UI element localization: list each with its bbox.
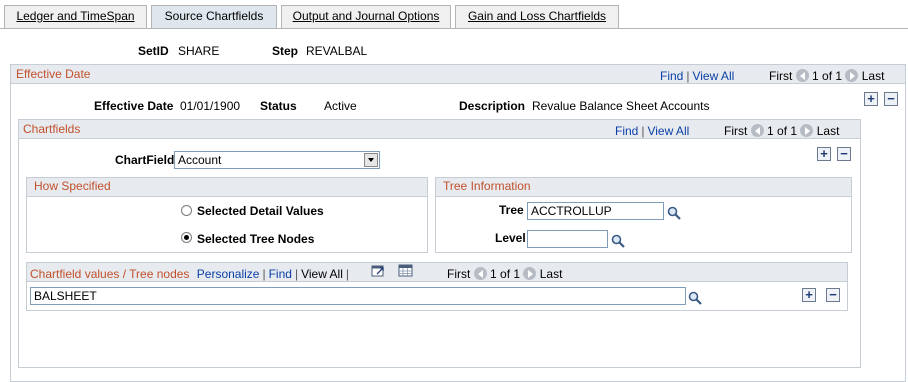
level-label: Level xyxy=(495,231,526,245)
step-label: Step xyxy=(272,44,299,58)
selected-detail-values-radio[interactable] xyxy=(181,205,192,216)
level-input[interactable] xyxy=(527,230,608,248)
chartfield-value-input[interactable]: BALSHEET xyxy=(30,287,686,305)
tree-input[interactable]: ACCTROLLUP xyxy=(527,202,664,220)
values-grid-title-bar: Chartfield values / Tree nodes Personali… xyxy=(30,267,349,281)
tab-label: Ledger and TimeSpan xyxy=(16,9,135,23)
status-value: Active xyxy=(324,99,357,113)
first-label: First xyxy=(724,124,748,138)
last-label: Last xyxy=(861,69,885,83)
effective-date-pager: First 1 of 1 Last xyxy=(769,69,884,83)
first-label: First xyxy=(769,69,793,83)
find-link[interactable]: Find xyxy=(660,69,683,83)
selected-tree-nodes-radio[interactable] xyxy=(181,232,192,243)
setid-value: SHARE xyxy=(178,44,220,58)
view-all-link[interactable]: View All xyxy=(301,267,343,281)
view-all-link[interactable]: View All xyxy=(647,124,689,138)
selected-detail-values-label: Selected Detail Values xyxy=(197,204,324,218)
chevron-down-icon xyxy=(364,153,378,167)
chartfields-title: Chartfields xyxy=(23,122,81,136)
tab-gain-and-loss-chartfields[interactable]: Gain and Loss Chartfields xyxy=(455,5,619,28)
row-counter: 1 of 1 xyxy=(767,124,798,138)
how-specified-title: How Specified xyxy=(34,179,111,193)
chartfield-select[interactable]: Account xyxy=(174,151,380,169)
tree-label: Tree xyxy=(499,203,524,217)
tab-label: Source Chartfields xyxy=(164,9,264,23)
search-icon[interactable] xyxy=(667,206,681,220)
chartfields-nav: Find | View All xyxy=(615,124,690,138)
add-chartfield-button[interactable]: + xyxy=(817,147,831,161)
add-row-button[interactable]: + xyxy=(864,92,878,106)
effective-date-label: Effective Date xyxy=(94,99,174,113)
delete-value-row-button[interactable]: − xyxy=(826,288,840,302)
effective-date-title: Effective Date xyxy=(16,67,91,81)
tree-information-title: Tree Information xyxy=(443,179,531,193)
new-window-icon[interactable] xyxy=(371,264,386,277)
tab-source-chartfields[interactable]: Source Chartfields xyxy=(151,5,277,29)
search-icon[interactable] xyxy=(688,291,702,305)
next-icon[interactable] xyxy=(523,267,537,280)
tab-label: Output and Journal Options xyxy=(292,9,440,23)
step-value: REVALBAL xyxy=(306,44,368,58)
last-label: Last xyxy=(816,124,840,138)
selected-tree-nodes-label: Selected Tree Nodes xyxy=(197,232,315,246)
find-link[interactable]: Find xyxy=(269,267,292,281)
status-label: Status xyxy=(260,99,297,113)
next-icon[interactable] xyxy=(845,69,859,82)
setid-label: SetID xyxy=(138,44,169,58)
chartfield-selected-value: Account xyxy=(178,153,222,167)
row-counter: 1 of 1 xyxy=(490,267,521,281)
values-grid-title: Chartfield values / Tree nodes xyxy=(30,267,190,281)
previous-icon[interactable] xyxy=(750,124,764,137)
effective-date-nav: Find | View All xyxy=(660,69,735,83)
download-spreadsheet-icon[interactable] xyxy=(398,264,413,277)
view-all-link[interactable]: View All xyxy=(692,69,734,83)
tab-ledger-and-timespan[interactable]: Ledger and TimeSpan xyxy=(4,5,147,28)
next-icon[interactable] xyxy=(800,124,814,137)
chartfield-label: ChartField xyxy=(115,153,175,167)
description-label: Description xyxy=(459,99,526,113)
delete-row-button[interactable]: − xyxy=(884,92,898,106)
values-grid-pager: First 1 of 1 Last xyxy=(447,267,562,281)
add-value-row-button[interactable]: + xyxy=(802,288,816,302)
personalize-link[interactable]: Personalize xyxy=(197,267,260,281)
tab-divider xyxy=(0,28,908,29)
chartfields-pager: First 1 of 1 Last xyxy=(724,124,839,138)
tab-output-and-journal-options[interactable]: Output and Journal Options xyxy=(281,5,451,28)
row-counter: 1 of 1 xyxy=(812,69,843,83)
delete-chartfield-button[interactable]: − xyxy=(837,147,851,161)
first-label: First xyxy=(447,267,471,281)
search-icon[interactable] xyxy=(611,234,625,248)
previous-icon[interactable] xyxy=(795,69,809,82)
find-link[interactable]: Find xyxy=(615,124,638,138)
tab-label: Gain and Loss Chartfields xyxy=(467,9,607,23)
last-label: Last xyxy=(539,267,563,281)
effective-date-value: 01/01/1900 xyxy=(180,99,241,113)
description-value: Revalue Balance Sheet Accounts xyxy=(532,99,710,113)
previous-icon[interactable] xyxy=(473,267,487,280)
